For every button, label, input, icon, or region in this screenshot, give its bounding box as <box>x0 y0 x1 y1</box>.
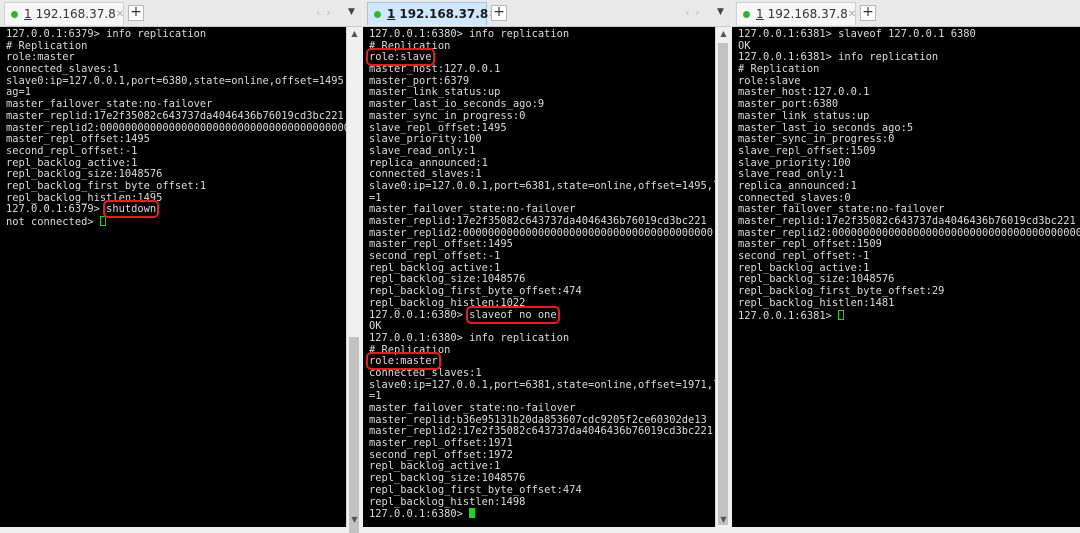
scroll-thumb[interactable] <box>718 43 728 525</box>
scrollbar[interactable]: ▲ ▼ <box>715 27 731 527</box>
tab-session[interactable]: 1 192.168.37.8 ✕ <box>4 2 124 25</box>
scroll-up-arrow-icon[interactable]: ▲ <box>716 27 731 41</box>
terminal-line: 127.0.0.1:6380> info replication <box>369 28 570 40</box>
terminal-line: second_repl_offset:-1 <box>369 250 501 263</box>
scroll-down-arrow-icon[interactable]: ▼ <box>347 513 362 527</box>
terminal-output[interactable]: 127.0.0.1:6379> info replication # Replic… <box>0 27 346 527</box>
tab-host: 192.168.37.8 <box>767 7 848 21</box>
terminal-line: # Replication <box>738 63 820 76</box>
terminal-line: 127.0.0.1:6380> <box>369 508 715 520</box>
tab-session[interactable]: 1 192.168.37.8 ✕ <box>736 2 856 25</box>
prompt: 127.0.0.1:6380> <box>369 508 470 521</box>
tab-number: 1 <box>387 7 396 21</box>
highlighted-command: slaveof no one <box>466 305 560 324</box>
terminal-line: 127.0.0.1:6379> shutdown <box>6 200 346 219</box>
terminal-line: replica_announced:1 <box>738 179 857 192</box>
cursor <box>838 309 845 320</box>
new-tab-button[interactable]: + <box>128 5 144 21</box>
dropdown-arrow-icon[interactable]: ▼ <box>717 7 724 17</box>
status-dot-icon <box>374 10 381 18</box>
status-dot-icon <box>743 10 750 18</box>
terminal-line: 127.0.0.1:6380> slaveof no one <box>369 305 715 324</box>
prompt: 127.0.0.1:6381> <box>738 309 839 322</box>
terminal-line: master_replid:17e2f35082c643737da4046436… <box>6 109 344 122</box>
new-tab-button[interactable]: + <box>491 5 507 21</box>
terminal-pane-6380[interactable]: 1 192.168.37.8 ✕ + ‹› ▼ 127.0.0.1:6380> … <box>363 0 731 527</box>
terminal-line: second_repl_offset:-1 <box>738 250 870 263</box>
cursor <box>469 508 476 519</box>
terminal-line: slave0:ip=127.0.0.1,port=6381,state=onli… <box>369 378 715 391</box>
terminal-line: slave0:ip=127.0.0.1,port=6381,state=onli… <box>369 179 715 192</box>
tab-nav-chevron-icons[interactable]: ‹› <box>316 6 337 19</box>
terminal-line: master_replid:17e2f35082c643737da4046436… <box>369 215 707 227</box>
terminal-line: repl_backlog_first_byte_offset:474 <box>369 483 582 496</box>
tab-bar: 1 192.168.37.8 ✕ + ‹› ▼ <box>0 0 362 27</box>
new-tab-button[interactable]: + <box>860 5 876 21</box>
terminal-line: repl_backlog_first_byte_offset:1 <box>6 179 207 192</box>
cursor <box>99 216 106 226</box>
prompt: 127.0.0.1:6380> <box>369 308 470 321</box>
terminal-line: connected_slaves:1 <box>369 366 482 379</box>
terminal-line: 127.0.0.1:6381> slaveof 127.0.0.1 6380 <box>738 28 976 40</box>
terminal-line: 127.0.0.1:6379> info replication <box>6 28 207 40</box>
scroll-down-arrow-icon[interactable]: ▼ <box>716 513 731 527</box>
terminal-output[interactable]: 127.0.0.1:6381> slaveof 127.0.0.1 6380 OK… <box>732 27 1080 527</box>
terminal-line: repl_backlog_histlen:1498 <box>369 495 526 508</box>
tab-host: 192.168.37.8 <box>35 7 116 21</box>
terminal-line: slave_read_only:1 <box>369 144 476 157</box>
close-icon[interactable]: ✕ <box>116 9 124 20</box>
terminal-line: master_failover_state:no-failover <box>369 402 576 414</box>
terminal-line: master_link_status:up <box>738 109 870 122</box>
terminal-line: not connected> <box>6 216 346 228</box>
terminal-line: master_host:127.0.0.1 <box>369 63 501 76</box>
prompt: 127.0.0.1:6379> <box>6 203 107 216</box>
terminal-line: second_repl_offset:-1 <box>6 144 138 157</box>
terminal-line: master_replid:17e2f35082c643737da4046436… <box>738 215 1076 227</box>
tab-nav-chevron-icons[interactable]: ‹› <box>685 6 706 19</box>
tab-number: 1 <box>756 7 764 21</box>
terminal-line: slave_repl_offset:1509 <box>738 144 876 157</box>
terminal-pane-6381[interactable]: 1 192.168.37.8 ✕ + 127.0.0.1:6381> slave… <box>732 0 1080 527</box>
close-icon[interactable]: ✕ <box>848 9 856 20</box>
terminal-line: repl_backlog_histlen:1481 <box>738 296 895 309</box>
status-dot-icon <box>11 10 18 18</box>
highlighted-command: shutdown <box>103 200 160 219</box>
highlighted-role: role:master <box>366 352 441 371</box>
tab-session-active[interactable]: 1 192.168.37.8 ✕ <box>367 2 497 25</box>
dropdown-arrow-icon[interactable]: ▼ <box>348 7 355 17</box>
terminal-line: connected_slaves:1 <box>6 63 119 76</box>
terminal-output[interactable]: 127.0.0.1:6380> info replication # Replic… <box>363 27 715 527</box>
scroll-up-arrow-icon[interactable]: ▲ <box>347 27 362 41</box>
prompt: not connected> <box>6 216 100 228</box>
terminal-line: 127.0.0.1:6381> <box>738 309 1080 322</box>
terminal-line: master_sync_in_progress:0 <box>369 109 526 122</box>
terminal-line: master_repl_offset:1971 <box>369 437 513 450</box>
scrollbar[interactable]: ▲ ▼ <box>346 27 362 533</box>
tab-bar: 1 192.168.37.8 ✕ + <box>732 0 1080 27</box>
scroll-thumb[interactable] <box>349 337 359 533</box>
terminal-line: slave0:ip=127.0.0.1,port=6380,state=onli… <box>6 74 346 87</box>
tab-bar: 1 192.168.37.8 ✕ + ‹› ▼ <box>363 0 731 27</box>
highlighted-role: role:slave <box>366 48 435 67</box>
terminal-pane-6379[interactable]: 1 192.168.37.8 ✕ + ‹› ▼ 127.0.0.1:6379> … <box>0 0 362 533</box>
tab-host: 192.168.37.8 <box>399 7 489 21</box>
tab-number: 1 <box>24 7 32 21</box>
terminal-line: 127.0.0.1:6380> info replication <box>369 331 570 344</box>
